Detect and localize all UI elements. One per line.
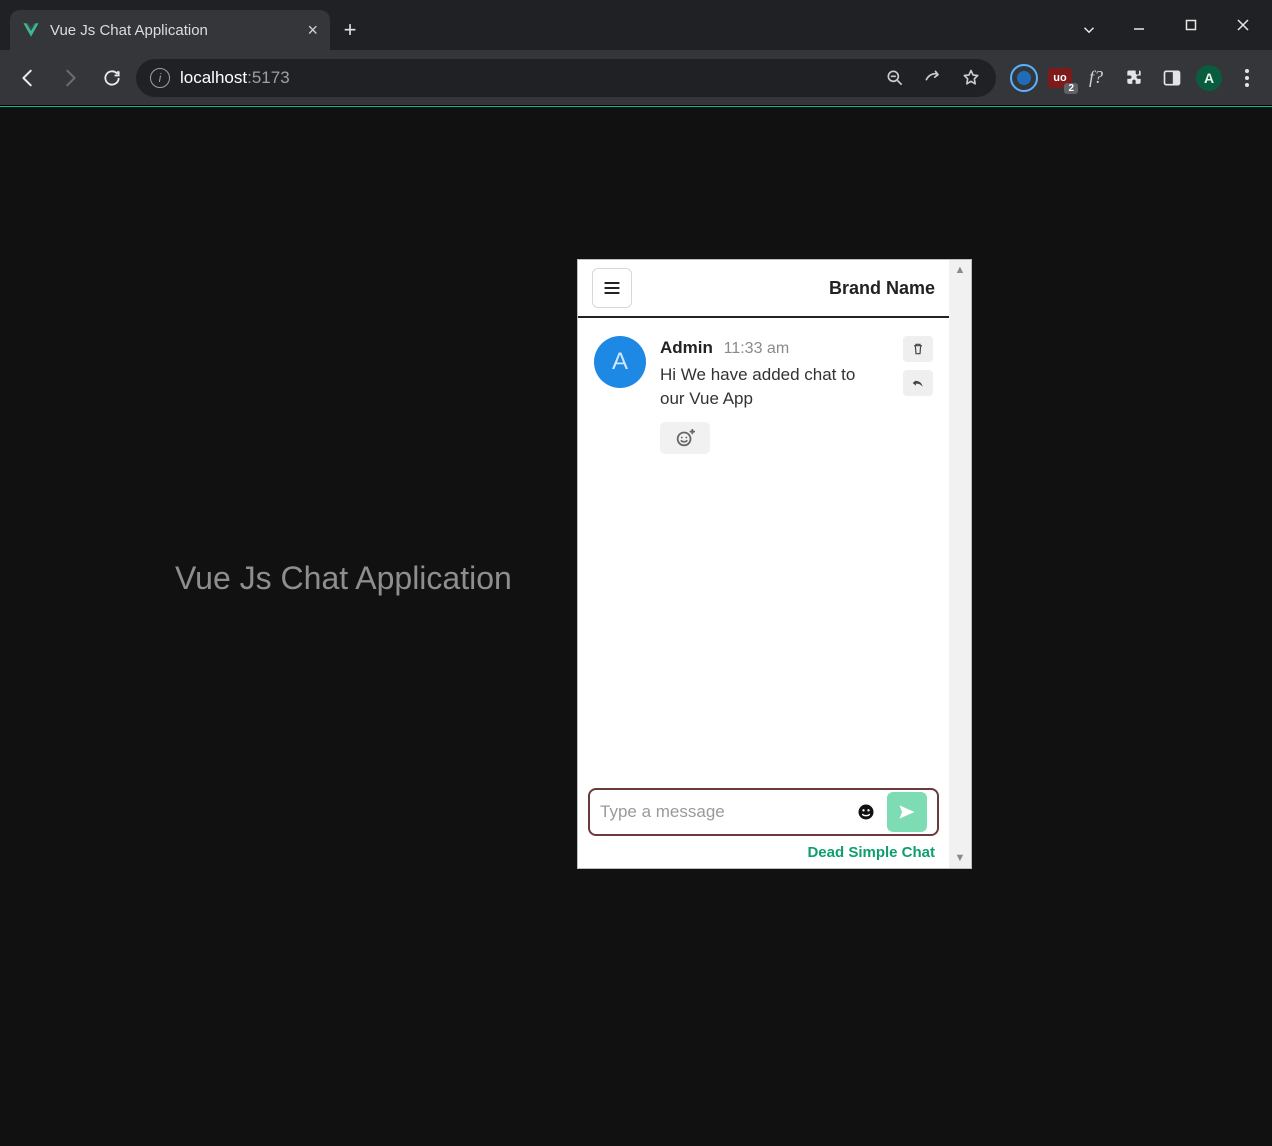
scroll-up-icon[interactable]: ▲ — [955, 264, 966, 276]
window-close-button[interactable] — [1218, 5, 1268, 45]
tab-title: Vue Js Chat Application — [50, 22, 297, 39]
chat-footer: Dead Simple Chat — [578, 840, 949, 868]
window-controls — [1114, 0, 1272, 50]
zoom-icon[interactable] — [884, 67, 906, 89]
ublock-badge: 2 — [1064, 83, 1078, 94]
browser-menu-button[interactable] — [1232, 69, 1262, 87]
chat-body: A Admin 11:33 am Hi We have added chat t… — [578, 318, 949, 782]
browser-toolbar: i localhost:5173 uo2 f? A — [0, 50, 1272, 106]
url-port: :5173 — [247, 68, 290, 87]
profile-avatar[interactable]: A — [1196, 65, 1222, 91]
chat-header: Brand Name — [578, 260, 949, 318]
compose-box — [588, 788, 939, 836]
chat-footer-link[interactable]: Dead Simple Chat — [807, 844, 935, 861]
vue-logo-icon — [22, 21, 40, 39]
message-avatar: A — [594, 336, 646, 388]
url-host: localhost — [180, 68, 247, 87]
send-button[interactable] — [887, 792, 927, 832]
chat-brand-name: Brand Name — [829, 278, 935, 299]
add-reaction-button[interactable] — [660, 422, 710, 454]
page-viewport: Vue Js Chat Application Brand Name A — [0, 106, 1272, 1146]
new-tab-button[interactable]: + — [330, 10, 370, 50]
message-time: 11:33 am — [724, 340, 790, 357]
window-minimize-button[interactable] — [1114, 5, 1164, 45]
message-input[interactable] — [600, 802, 845, 822]
extension-circle-icon[interactable] — [1010, 64, 1038, 92]
extension-ublock-icon[interactable]: uo2 — [1048, 68, 1072, 88]
emoji-picker-button[interactable] — [853, 799, 879, 825]
nav-back-button[interactable] — [10, 60, 46, 96]
chat-menu-button[interactable] — [592, 268, 632, 308]
bookmark-star-icon[interactable] — [960, 67, 982, 89]
message-avatar-initial: A — [612, 348, 628, 376]
reply-message-button[interactable] — [903, 370, 933, 396]
side-panel-icon[interactable] — [1158, 64, 1186, 92]
address-bar[interactable]: i localhost:5173 — [136, 59, 996, 97]
nav-forward-button[interactable] — [52, 60, 88, 96]
profile-initial: A — [1204, 70, 1214, 86]
page-heading: Vue Js Chat Application — [175, 560, 512, 597]
chat-scrollbar[interactable]: ▲ ▼ — [949, 260, 971, 868]
browser-tab-active[interactable]: Vue Js Chat Application × — [10, 10, 330, 50]
extensions-puzzle-icon[interactable] — [1120, 64, 1148, 92]
tab-close-icon[interactable]: × — [307, 21, 318, 39]
scroll-down-icon[interactable]: ▼ — [955, 852, 966, 864]
url-text: localhost:5173 — [180, 68, 290, 88]
message-text: Hi We have added chat to our Vue App — [660, 363, 860, 412]
share-icon[interactable] — [922, 67, 944, 89]
window-maximize-button[interactable] — [1166, 5, 1216, 45]
tabs-dropdown-icon[interactable] — [1064, 10, 1114, 50]
extensions-area: uo2 f? A — [1010, 64, 1262, 92]
chat-compose-area — [578, 782, 949, 840]
message-author: Admin — [660, 338, 713, 357]
nav-reload-button[interactable] — [94, 60, 130, 96]
chat-message: A Admin 11:33 am Hi We have added chat t… — [594, 336, 933, 454]
window-titlebar: Vue Js Chat Application × + — [0, 0, 1272, 50]
delete-message-button[interactable] — [903, 336, 933, 362]
extension-font-icon[interactable]: f? — [1082, 64, 1110, 92]
site-info-icon[interactable]: i — [150, 68, 170, 88]
chat-widget: Brand Name A Admin 11:33 am Hi We have a… — [577, 259, 972, 869]
